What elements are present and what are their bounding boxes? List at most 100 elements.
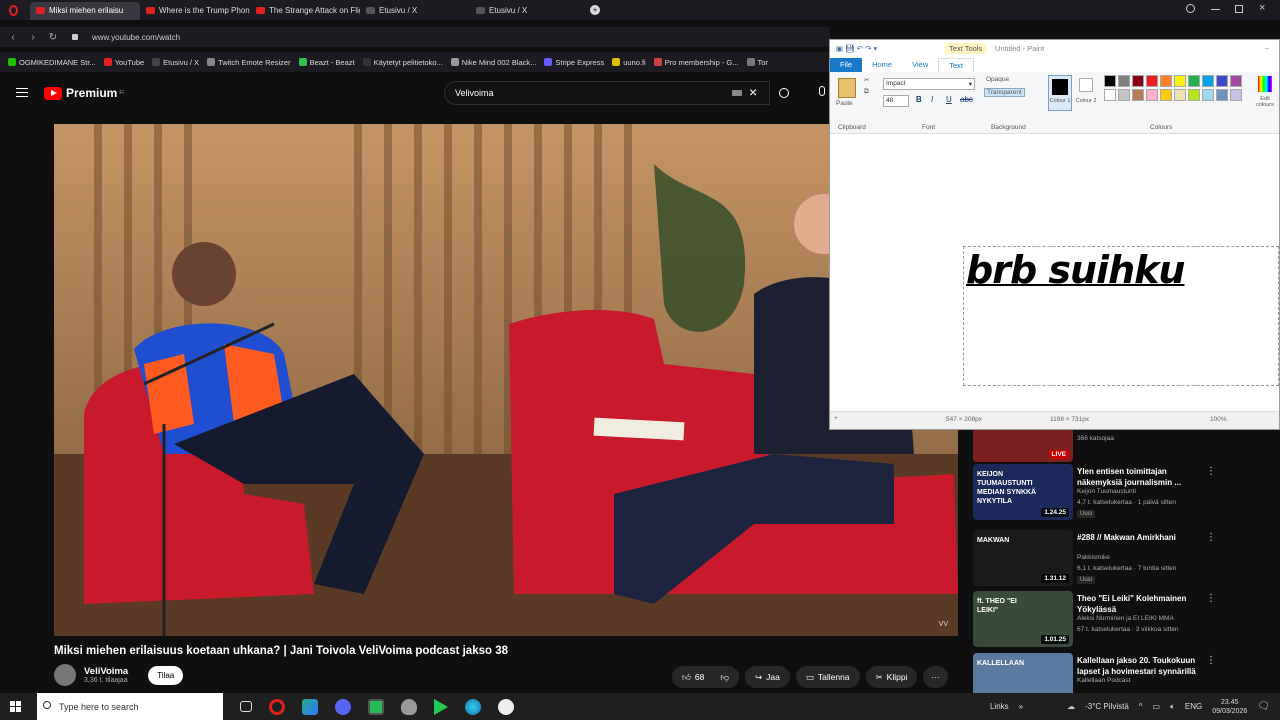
bookmark-item[interactable]: Käytetyt pelitietoko... [362, 58, 443, 67]
volume-icon[interactable]: 🔈︎ [1170, 702, 1175, 712]
more-options-icon[interactable]: ⋮ [1206, 593, 1216, 604]
paint-tab-file[interactable]: File [830, 58, 863, 72]
related-video-item[interactable]: ft. THEO "EI LEIKI" 1.01.25 Theo "Ei Leiki… [970, 591, 1230, 647]
share-button[interactable]: ↪ Jaa [745, 666, 790, 688]
browser-tab[interactable]: Miksi miehen erilaisu [30, 1, 140, 20]
channel-name[interactable]: VeliVoima [84, 666, 128, 677]
cut-icon[interactable]: ✂ [864, 76, 869, 84]
browser-tab[interactable]: Etusivu / X [470, 2, 580, 20]
notifications-icon[interactable]: 🗨︎ [1257, 701, 1270, 712]
palette-swatch[interactable] [1188, 75, 1200, 87]
dislike-icon[interactable]: 👎︎ [720, 672, 729, 683]
url-field[interactable]: www.youtube.com/watch [92, 33, 180, 42]
zoom-level[interactable]: 100% [1210, 416, 1227, 423]
back-icon[interactable]: ‹ [6, 32, 20, 43]
strikethrough-button[interactable]: abc [960, 95, 973, 104]
browser-tab[interactable]: Where is the Trump Phon [140, 2, 250, 20]
search-input[interactable]: Velivoima [444, 81, 770, 105]
like-button[interactable]: 👍︎ 68 👎︎ [672, 666, 739, 688]
copy-icon[interactable]: ⧉ [864, 88, 869, 96]
green-app-taskbar-icon[interactable] [368, 698, 384, 715]
bookmark-item[interactable]: OGMIKEDIMANE Str... [8, 58, 96, 67]
palette-swatch[interactable] [1160, 89, 1172, 101]
palette-swatch[interactable] [1188, 89, 1200, 101]
clear-search-icon[interactable]: × [749, 84, 757, 100]
palette-swatch[interactable] [1118, 89, 1130, 101]
maximize-icon[interactable] [1235, 5, 1243, 13]
save-button[interactable]: ▭ Tallenna [795, 666, 860, 688]
links-chevron-icon[interactable]: » [1019, 702, 1023, 711]
more-options-icon[interactable]: ⋮ [1206, 466, 1216, 477]
more-options-icon[interactable]: ⋮ [1206, 655, 1216, 666]
colour-1-swatch[interactable] [1048, 75, 1072, 111]
related-channel-name[interactable]: Aleksi Nurminen ja EI LEIKI MMA [1077, 615, 1174, 622]
keyboard-icon[interactable] [732, 90, 742, 96]
paint-tab-home[interactable]: Home [862, 58, 902, 72]
browser-tab[interactable]: The Strange Attack on Flig [250, 2, 360, 20]
windows-start-icon[interactable] [10, 701, 21, 712]
bookmark-item[interactable]: uuno.fi [612, 58, 646, 67]
video-thumbnail[interactable]: MAKWAN 1.31.12 [973, 530, 1073, 586]
palette-swatch[interactable] [1230, 75, 1242, 87]
related-video-item[interactable]: MAKWAN 1.31.12 #288 // Makwan Amirkhani Pak… [970, 530, 1230, 586]
palette-swatch[interactable] [1146, 89, 1158, 101]
microphone-icon[interactable] [819, 86, 825, 96]
channel-avatar[interactable] [54, 664, 76, 686]
related-video-title[interactable]: Ylen entisen toimittajan näkemyksiä jour… [1077, 466, 1207, 488]
bookmark-item[interactable]: Pro membership - G... [653, 58, 739, 67]
related-video-title[interactable]: #288 // Makwan Amirkhani [1077, 532, 1207, 543]
bookmark-item[interactable]: Twitch Emote Resizer [207, 58, 291, 67]
palette-swatch[interactable] [1174, 89, 1186, 101]
underline-button[interactable]: U [946, 95, 952, 104]
search-button[interactable] [770, 81, 798, 105]
video-player[interactable]: VV [54, 124, 958, 636]
colour-2-swatch[interactable] [1079, 78, 1093, 92]
more-options-icon[interactable]: ⋮ [1206, 532, 1216, 543]
related-video-title[interactable]: Kallellaan jakso 20. Toukokuun lapset ja… [1077, 655, 1207, 677]
transparent-option[interactable]: Transparent [984, 88, 1025, 97]
clock[interactable]: 23.45 09/03/2026 [1212, 698, 1247, 716]
browser-search-icon[interactable] [1186, 4, 1195, 13]
language-indicator[interactable]: ENG [1185, 702, 1202, 711]
related-channel-name[interactable]: Pakkismike [1077, 554, 1110, 561]
bookmark-item[interactable]: YouTube [103, 58, 144, 67]
palette-swatch[interactable] [1202, 89, 1214, 101]
palette-swatch[interactable] [1118, 75, 1130, 87]
bookmark-item[interactable]: Stripe Express [544, 58, 604, 67]
palette-swatch[interactable] [1216, 75, 1228, 87]
hamburger-menu-icon[interactable] [16, 88, 28, 97]
related-channel-name[interactable]: Keijon Tuumaustunti [1077, 488, 1136, 495]
bookmark-item[interactable]: Beazt - Beazt [298, 58, 355, 67]
bookmark-item[interactable]: Tor [746, 58, 768, 67]
forward-icon[interactable]: › [26, 32, 40, 43]
quick-access-toolbar[interactable]: ▣ 💾︎ ↶ ↷ ▾ [836, 44, 877, 53]
minimize-icon[interactable] [1211, 9, 1220, 10]
video-thumbnail[interactable]: KEIJON TUUMAUSTUNTI MEDIAN SYNKKÄ NYKYTI… [973, 464, 1073, 520]
new-tab-button[interactable]: + [590, 5, 600, 15]
paint-tab-view[interactable]: View [902, 58, 938, 72]
discord-taskbar-icon[interactable] [335, 698, 351, 715]
close-window-icon[interactable]: × [1259, 2, 1265, 14]
related-channel-name[interactable]: Kallellaan Podcast [1077, 677, 1130, 684]
app-taskbar-icon[interactable] [302, 698, 318, 715]
font-size-select[interactable]: 48 [883, 95, 909, 107]
browser-tab[interactable]: Etusivu / X [360, 2, 470, 20]
weather-text[interactable]: -3°C Pilvistä [1085, 702, 1129, 711]
bookmark-item[interactable]: Nike Mind 002 Black... [450, 58, 536, 67]
palette-swatch[interactable] [1104, 75, 1116, 87]
paint-canvas[interactable]: brb suihku [830, 136, 1279, 412]
palette-swatch[interactable] [1174, 75, 1186, 87]
palette-swatch[interactable] [1230, 89, 1242, 101]
palette-swatch[interactable] [1132, 75, 1144, 87]
palette-swatch[interactable] [1146, 75, 1158, 87]
clip-button[interactable]: ✂ Klippi [865, 666, 918, 688]
shield-taskbar-icon[interactable] [401, 698, 417, 715]
subscribe-button[interactable]: Tilaa [148, 665, 184, 685]
related-video-title[interactable]: Theo "Ei Leiki" Kolehmainen Yökylässä [1077, 593, 1207, 615]
paint-tab-text[interactable]: Text [938, 58, 974, 72]
more-actions-button[interactable]: ··· [923, 666, 948, 688]
network-icon[interactable]: ▭ [1153, 702, 1161, 711]
tray-overflow-icon[interactable]: ^ [1139, 702, 1143, 711]
font-family-select[interactable]: Impact ▾ [883, 78, 975, 90]
taskbar-search-input[interactable]: Type here to search [37, 693, 223, 720]
